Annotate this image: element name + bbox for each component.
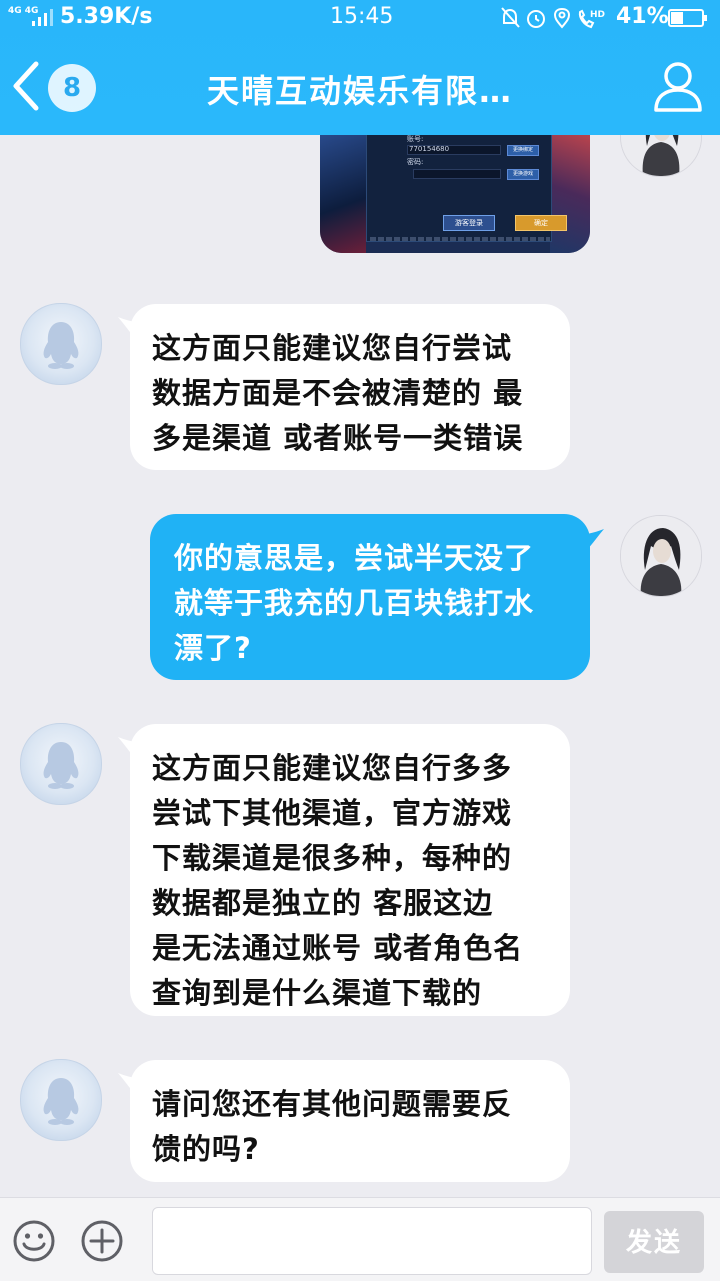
alarm-icon [527, 10, 545, 28]
location-icon [553, 7, 571, 29]
game-art-right [550, 135, 590, 253]
image-message[interactable]: 账号: 770154680 更换绑定 密码: 更换游戏 游客登录 确定 [320, 135, 590, 253]
battery-icon [668, 9, 707, 27]
game-art-left [320, 135, 366, 253]
message-bubble-service[interactable]: 这方面只能建议您自行多多 尝试下其他渠道，官方游戏 下载渠道是很多种，每种的 数… [130, 724, 570, 1016]
signal-icon [32, 9, 53, 26]
penguin-icon [43, 1078, 79, 1125]
service-avatar[interactable] [20, 723, 102, 805]
status-bar: 4G 4G 5.39K/s 15:45 HD 41% [0, 0, 720, 38]
plus-icon[interactable] [80, 1219, 124, 1263]
my-avatar[interactable] [620, 135, 702, 177]
back-button[interactable] [10, 60, 42, 112]
penguin-icon [43, 322, 79, 369]
penguin-icon [43, 742, 79, 789]
top-bar: 4G 4G 5.39K/s 15:45 HD 41% 8 天晴互动娱乐有限… [0, 0, 720, 135]
my-avatar[interactable] [620, 515, 702, 597]
message-bubble-service[interactable]: 请问您还有其他问题需要反 馈的吗? [130, 1060, 570, 1182]
confirm-button: 确定 [515, 215, 567, 231]
send-button[interactable]: 发送 [604, 1211, 704, 1273]
status-icons: HD [501, 7, 605, 29]
bind-button: 更换绑定 [507, 145, 539, 156]
message-input[interactable] [152, 1207, 592, 1275]
password-label: 密码: [407, 158, 424, 166]
message-bubble-service[interactable]: 这方面只能建议您自行尝试 数据方面是不会被清楚的 最 多是渠道 或者账号一类错误 [130, 304, 570, 470]
input-bar: 发送 [0, 1197, 720, 1281]
title-bar: 8 天晴互动娱乐有限… [0, 38, 720, 135]
mute-icon [501, 7, 520, 28]
network-type-label: 4G [8, 6, 22, 16]
message-bubble-me[interactable]: 你的意思是，尝试半天没了 就等于我充的几百块钱打水 漂了? [150, 514, 590, 680]
service-avatar[interactable] [20, 1059, 102, 1141]
game-login-panel: 账号: 770154680 更换绑定 密码: 更换游戏 游客登录 确定 [366, 135, 567, 242]
game-footer-text [370, 237, 550, 241]
chat-area[interactable]: 账号: 770154680 更换绑定 密码: 更换游戏 游客登录 确定 这方面只… [0, 135, 720, 1197]
user-portrait-icon [621, 135, 701, 176]
user-portrait-icon [621, 516, 701, 596]
battery-percent: 41% [616, 4, 669, 29]
status-time: 15:45 [330, 4, 394, 29]
account-label: 账号: [407, 135, 424, 143]
emoji-icon[interactable] [12, 1219, 56, 1263]
net-speed: 5.39K/s [60, 4, 153, 29]
password-field [413, 169, 501, 179]
chevron-left-icon [13, 61, 39, 111]
switch-button: 更换游戏 [507, 169, 539, 180]
profile-icon[interactable] [650, 58, 706, 114]
hd-label: HD [590, 10, 605, 20]
guest-login-button: 游客登录 [443, 215, 495, 231]
service-avatar[interactable] [20, 303, 102, 385]
chat-title: 天晴互动娱乐有限… [206, 72, 513, 110]
account-value: 770154680 [409, 145, 450, 153]
unread-count-badge[interactable]: 8 [48, 64, 96, 112]
